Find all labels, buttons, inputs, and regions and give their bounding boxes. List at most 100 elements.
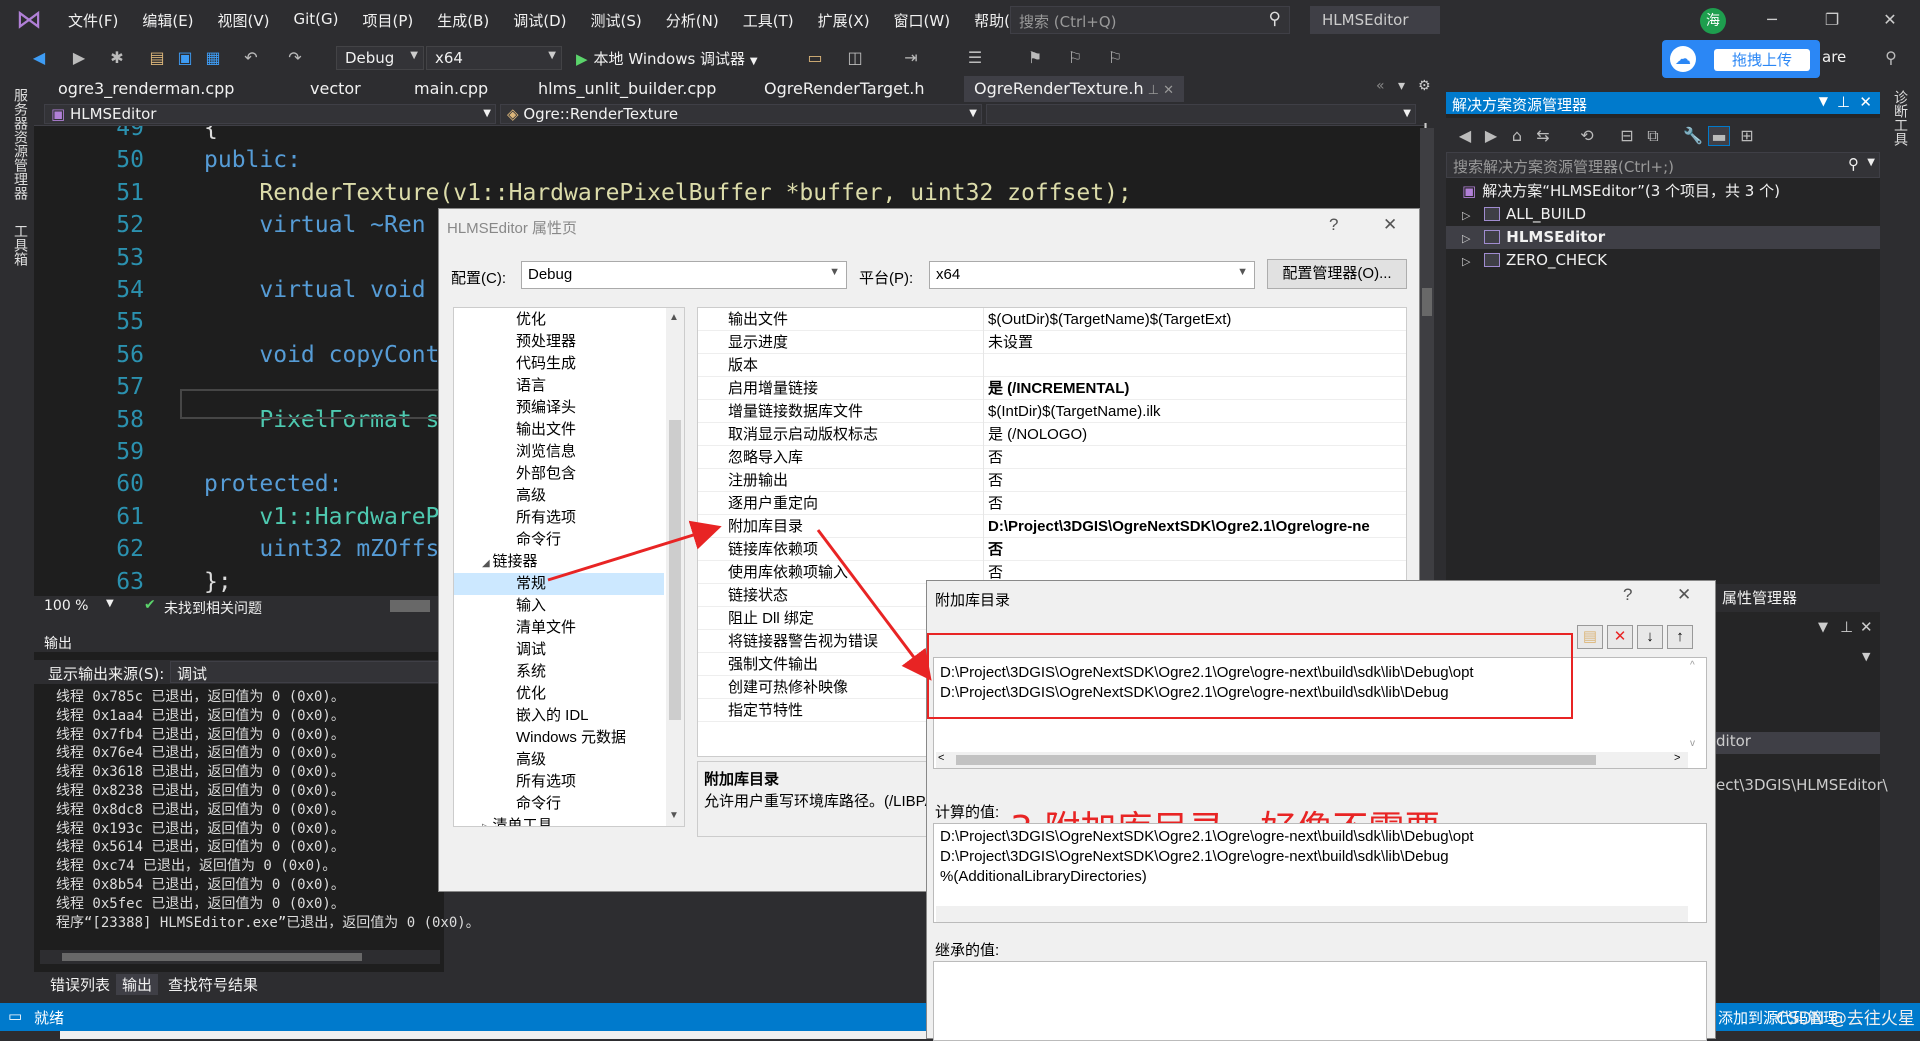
output-scrollbar[interactable] bbox=[40, 950, 440, 964]
menu-item[interactable]: 测试(S) bbox=[579, 10, 654, 31]
property-manager-tab[interactable]: 属性管理器 bbox=[1712, 584, 1880, 608]
property-row[interactable]: 附加库目录 D:\Project\3DGIS\OgreNextSDK\Ogre2.… bbox=[698, 515, 1406, 538]
config-select[interactable]: Debug ▼ bbox=[521, 261, 847, 289]
property-row[interactable]: 输出文件 $(OutDir)$(TargetName)$(TargetExt) bbox=[698, 308, 1406, 331]
step-icon[interactable]: ⇥ bbox=[900, 48, 922, 68]
save-icon[interactable]: ▣ bbox=[174, 48, 196, 68]
tree-item[interactable]: 优化 bbox=[454, 683, 664, 705]
forward-icon[interactable]: ▶ bbox=[1480, 126, 1502, 146]
tree-item[interactable]: ▷ 清单工具 bbox=[454, 815, 664, 826]
tab-document[interactable]: ogre3_renderman.cpp bbox=[48, 76, 244, 102]
show-all-files-icon[interactable]: ⧉ bbox=[1642, 126, 1664, 146]
browse-icon[interactable]: ◫ bbox=[844, 48, 866, 68]
tree-item[interactable]: 浏览信息 bbox=[454, 441, 664, 463]
zoom-level[interactable]: 100 % bbox=[44, 598, 88, 614]
menu-item[interactable]: Git(G) bbox=[282, 10, 351, 31]
open-file-icon[interactable]: ▤ bbox=[146, 48, 168, 68]
bottom-tab[interactable]: 错误列表 bbox=[44, 974, 116, 995]
pin-icon[interactable]: ⊥ bbox=[1837, 93, 1850, 111]
tree-item[interactable]: 清单文件 bbox=[454, 617, 664, 639]
horizontal-scroll-thumb[interactable] bbox=[390, 600, 430, 612]
pin-icon[interactable]: ⚲ bbox=[1880, 48, 1902, 68]
scroll-down-icon[interactable]: ▼ bbox=[669, 810, 679, 821]
tab-dropdown-icon[interactable]: ▾ bbox=[1398, 78, 1405, 94]
redo-icon[interactable]: ↷ bbox=[284, 48, 306, 68]
history-icon[interactable]: ⟲ bbox=[1576, 126, 1598, 146]
help-button[interactable]: ? bbox=[1623, 585, 1632, 605]
property-row[interactable]: 取消显示启动版权标志 是 (/NOLOGO) bbox=[698, 423, 1406, 446]
chevron-down-icon[interactable]: ▼ bbox=[1867, 157, 1875, 168]
menu-item[interactable]: 调试(D) bbox=[501, 10, 578, 31]
close-window-button[interactable]: ✕ bbox=[1870, 6, 1910, 34]
pin-icon[interactable]: ⊥ bbox=[1840, 618, 1853, 636]
collapse-all-icon[interactable]: ⊟ bbox=[1616, 126, 1638, 146]
property-row[interactable]: 增量链接数据库文件 $(IntDir)$(TargetName).ilk bbox=[698, 400, 1406, 423]
move-up-icon[interactable]: ↑ bbox=[1667, 625, 1693, 649]
close-icon[interactable]: ⊥ ✕ bbox=[1144, 83, 1174, 98]
move-down-icon[interactable]: ↓ bbox=[1637, 625, 1663, 649]
search-input[interactable]: 搜索 (Ctrl+Q) ⚲ bbox=[1010, 6, 1290, 34]
undo-icon[interactable]: ↶ bbox=[240, 48, 262, 68]
tree-item[interactable]: 外部包含 bbox=[454, 463, 664, 485]
tree-item[interactable]: Windows 元数据 bbox=[454, 727, 664, 749]
solution-root-node[interactable]: ▣ 解决方案“HLMSEditor”(3 个项目，共 3 个) bbox=[1462, 180, 1880, 203]
tree-item[interactable]: 系统 bbox=[454, 661, 664, 683]
menu-item[interactable]: 文件(F) bbox=[56, 10, 130, 31]
forward-icon[interactable]: ▶ bbox=[68, 48, 90, 68]
platform-select[interactable]: x64 ▼ bbox=[929, 261, 1255, 289]
editor-scrollbar[interactable] bbox=[1420, 128, 1434, 594]
class-diagram-icon[interactable]: ⊞ bbox=[1736, 126, 1758, 146]
toolbox-tab[interactable]: 工具箱 bbox=[10, 224, 30, 266]
property-row[interactable]: 启用增量链接 是 (/INCREMENTAL) bbox=[698, 377, 1406, 400]
tree-item[interactable]: 所有选项 bbox=[454, 771, 664, 793]
scroll-up-icon[interactable]: ^ bbox=[1690, 660, 1695, 671]
chevron-down-icon[interactable]: ▼ bbox=[106, 598, 114, 609]
prev-bookmark-icon[interactable]: ⚐ bbox=[1064, 48, 1086, 68]
tree-item[interactable]: 命令行 bbox=[454, 529, 664, 551]
chevron-right-icon[interactable]: ▷ bbox=[1462, 232, 1474, 245]
home-icon[interactable]: ⌂ bbox=[1506, 126, 1528, 146]
preview-icon[interactable]: ▬ bbox=[1708, 126, 1730, 146]
gear-icon[interactable]: ⚙ bbox=[1418, 78, 1431, 94]
folder-icon[interactable]: ▭ bbox=[804, 48, 826, 68]
scroll-left-icon[interactable]: < bbox=[938, 752, 944, 764]
tree-item[interactable]: 输入 bbox=[454, 595, 664, 617]
property-row[interactable]: 忽略导入库 否 bbox=[698, 446, 1406, 469]
chevron-right-icon[interactable]: ▷ bbox=[482, 822, 492, 826]
diagnostics-tab[interactable]: 诊断工具 bbox=[1890, 90, 1910, 146]
close-icon[interactable]: ✕ bbox=[1859, 93, 1872, 111]
chevron-right-icon[interactable]: ▷ bbox=[1462, 255, 1474, 268]
chevron-right-icon[interactable]: ▷ bbox=[1462, 209, 1474, 222]
solution-search-input[interactable]: 搜索解决方案资源管理器(Ctrl+;) ⚲ ▼ bbox=[1446, 152, 1880, 178]
project-node[interactable]: ▷ ALL_BUILD bbox=[1462, 203, 1880, 226]
tree-item[interactable]: 优化 bbox=[454, 309, 664, 331]
live-share-label[interactable]: are bbox=[1822, 48, 1846, 66]
switch-views-icon[interactable]: ⇆ bbox=[1532, 126, 1554, 146]
bookmark-icon[interactable]: ⚑ bbox=[1024, 48, 1046, 68]
dropdown-icon[interactable]: ▼ bbox=[1819, 94, 1828, 108]
properties-icon[interactable]: 🔧 bbox=[1682, 126, 1704, 146]
menu-item[interactable]: 扩展(X) bbox=[806, 10, 882, 31]
tree-item[interactable]: 预处理器 bbox=[454, 331, 664, 353]
menu-item[interactable]: 分析(N) bbox=[654, 10, 731, 31]
tree-item[interactable]: 高级 bbox=[454, 485, 664, 507]
avatar[interactable]: 海 bbox=[1700, 8, 1726, 34]
tree-item[interactable]: 输出文件 bbox=[454, 419, 664, 441]
config-manager-button[interactable]: 配置管理器(O)... bbox=[1267, 259, 1407, 289]
property-row[interactable]: 链接库依赖项 否 bbox=[698, 538, 1406, 561]
next-bookmark-icon[interactable]: ⚐ bbox=[1104, 48, 1126, 68]
project-node[interactable]: ▷ HLMSEditor bbox=[1446, 226, 1880, 249]
menu-item[interactable]: 生成(B) bbox=[425, 10, 501, 31]
upload-button[interactable]: ☁ 拖拽上传 bbox=[1662, 40, 1820, 78]
new-project-icon[interactable]: ✱ bbox=[106, 48, 128, 68]
minimize-button[interactable]: ─ bbox=[1752, 6, 1792, 34]
back-icon[interactable]: ◀ bbox=[1454, 126, 1476, 146]
member-scope-select[interactable]: ▼ bbox=[986, 104, 1416, 124]
computed-hscroll[interactable] bbox=[936, 906, 1688, 922]
tree-item[interactable]: 调试 bbox=[454, 639, 664, 661]
menu-item[interactable]: 视图(V) bbox=[206, 10, 282, 31]
issues-status[interactable]: 未找到相关问题 bbox=[164, 598, 262, 618]
back-icon[interactable]: ◀ bbox=[28, 48, 50, 68]
solution-config-select[interactable]: Debug ▼ bbox=[336, 46, 424, 70]
close-dialog-button[interactable]: ✕ bbox=[1383, 215, 1397, 235]
